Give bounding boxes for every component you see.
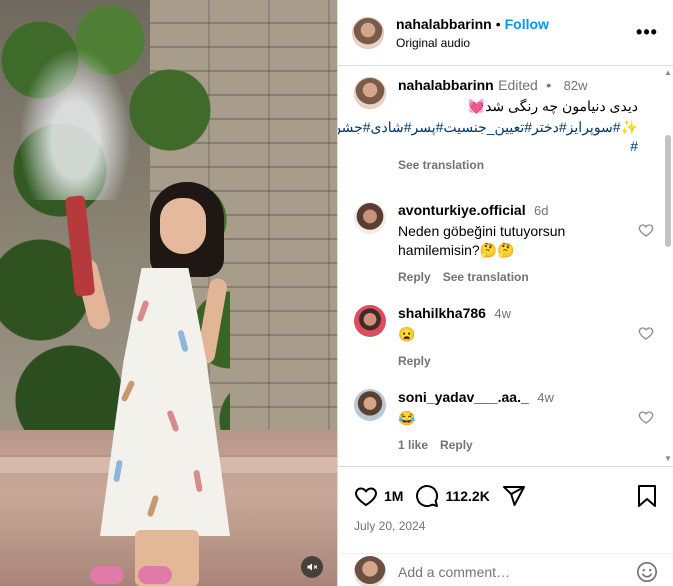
comment-text: 😦: [398, 326, 416, 342]
add-comment-input[interactable]: [398, 563, 636, 580]
avatar: [354, 555, 386, 586]
caption-body: nahalabbarinn Edited • 82w دیدی دنیامون …: [338, 77, 654, 172]
comment-body: shahilkha786 4w 😦 Reply: [398, 305, 654, 368]
comment-icon: [416, 485, 439, 508]
smoke: [20, 50, 130, 200]
audio-label[interactable]: Original audio: [396, 36, 635, 50]
comment-text: 😂: [398, 410, 416, 426]
share-button[interactable]: [502, 484, 526, 508]
reply-button[interactable]: Reply: [398, 270, 431, 284]
comments-list[interactable]: nahalabbarinn Edited • 82w دیدی دنیامون …: [338, 67, 673, 465]
mute-button[interactable]: [301, 556, 323, 578]
avatar[interactable]: [354, 305, 386, 337]
mute-icon: [307, 563, 318, 571]
comment-time[interactable]: 4w: [537, 390, 554, 405]
comment-item: avonturkiye.official 6d Neden göbeğini t…: [354, 202, 654, 284]
emoji-icon[interactable]: [636, 561, 658, 583]
shoe: [138, 566, 172, 584]
reply-button[interactable]: Reply: [440, 438, 473, 452]
scroll-down-arrow-icon[interactable]: ▼: [664, 455, 672, 463]
comment-actions: 1 like Reply: [398, 438, 654, 452]
heart-icon[interactable]: [638, 222, 654, 238]
comment-username[interactable]: shahilkha786: [398, 305, 486, 321]
comment-body: soni_yadav___.aa._ 4w 😂 1 like Reply: [398, 389, 654, 452]
scrollbar[interactable]: ▲ ▼: [664, 67, 672, 465]
share-icon: [502, 486, 525, 506]
heart-icon[interactable]: [638, 409, 654, 425]
like-count[interactable]: 1 like: [398, 438, 428, 452]
edited-label: Edited: [498, 77, 538, 93]
follow-button[interactable]: Follow: [505, 16, 549, 32]
comment-time[interactable]: 4w: [494, 306, 511, 321]
author-username[interactable]: nahalabbarinn: [396, 16, 492, 32]
avatar[interactable]: [352, 16, 384, 49]
avatar[interactable]: [354, 202, 386, 234]
caption-username[interactable]: nahalabbarinn: [398, 77, 494, 93]
comment-actions: Reply: [398, 354, 654, 368]
scrollbar-thumb[interactable]: [665, 135, 671, 247]
more-button[interactable]: •••: [635, 21, 659, 45]
heart-icon: [355, 487, 377, 507]
avatar[interactable]: [354, 77, 386, 109]
comment-button[interactable]: [415, 484, 439, 508]
reply-button[interactable]: Reply: [398, 354, 431, 368]
caption-text: دیدی دنیامون چه رنگی شد💓: [467, 98, 638, 114]
comment-body: avonturkiye.official 6d Neden göbeğini t…: [398, 202, 654, 284]
heart-icon[interactable]: [638, 325, 654, 341]
caption-hashtags[interactable]: ✨#سوپرایز#دختر#تعیین_جنسیت#پسر#شادی#جشن#…: [338, 118, 638, 156]
save-button[interactable]: [636, 484, 658, 508]
comment-item: soni_yadav___.aa._ 4w 😂 1 like Reply: [354, 389, 654, 452]
comment-username[interactable]: soni_yadav___.aa._: [398, 389, 529, 405]
avatar[interactable]: [354, 389, 386, 421]
more-icon: •••: [636, 22, 658, 42]
comment-actions: Reply See translation: [398, 270, 654, 284]
comments-count[interactable]: 112.2K: [445, 488, 489, 504]
add-comment-bar: [338, 553, 673, 586]
post-footer: 1M 112.2K July 20, 2024: [338, 466, 673, 586]
girl-face: [160, 198, 206, 254]
comment-item: shahilkha786 4w 😦 Reply: [354, 305, 654, 368]
like-button[interactable]: [354, 484, 378, 508]
bookmark-icon: [638, 485, 656, 507]
see-translation-link[interactable]: See translation: [398, 158, 654, 172]
post-media[interactable]: [0, 0, 337, 586]
scroll-up-arrow-icon[interactable]: ▲: [664, 69, 672, 77]
separator-dot: •: [495, 15, 501, 32]
caption: nahalabbarinn Edited • 82w دیدی دنیامون …: [338, 77, 654, 172]
separator-dot: •: [546, 77, 552, 93]
see-translation-link[interactable]: See translation: [443, 270, 529, 284]
shoe: [90, 566, 124, 584]
action-bar: 1M 112.2K: [338, 467, 673, 511]
likes-count[interactable]: 1M: [384, 488, 403, 504]
comment-text: Neden göbeğini tutuyorsun hamilemisin?🤔🤔: [398, 223, 566, 258]
caption-time[interactable]: 82w: [564, 78, 588, 93]
comment-username[interactable]: avonturkiye.official: [398, 202, 526, 218]
post-date[interactable]: July 20, 2024: [338, 511, 673, 533]
post-sidebar: nahalabbarinn • Follow Original audio ••• …: [337, 0, 673, 586]
header-names: nahalabbarinn • Follow Original audio: [396, 16, 635, 50]
post-header: nahalabbarinn • Follow Original audio •••: [338, 0, 673, 66]
comment-time[interactable]: 6d: [534, 203, 548, 218]
